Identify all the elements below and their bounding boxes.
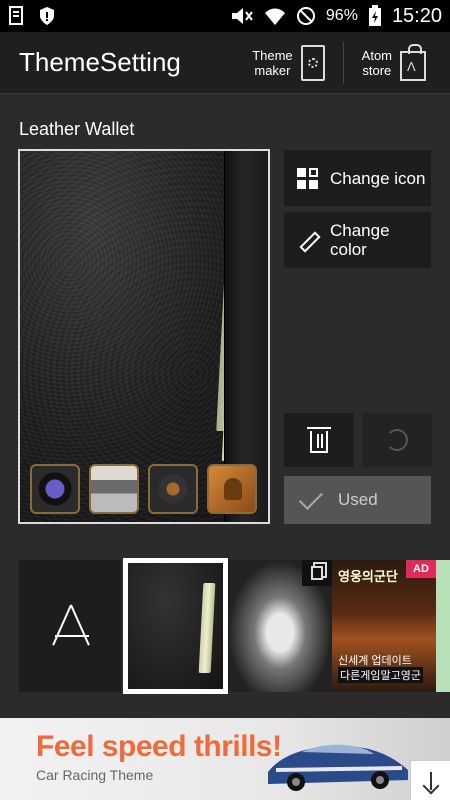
ad-badge: AD xyxy=(406,560,436,578)
download-arrow-icon xyxy=(429,771,432,790)
thumbnail-leather-wallet-selected[interactable] xyxy=(123,558,228,694)
game-title: 영웅의군단 xyxy=(338,569,398,584)
eyedropper-icon xyxy=(297,230,317,250)
page-title: ThemeSetting xyxy=(19,47,181,77)
status-bar: 96% 15:20 xyxy=(0,0,450,32)
settings-gear-icon xyxy=(148,464,198,514)
theme-preview[interactable] xyxy=(18,149,270,524)
atom-store-label: Atom store xyxy=(361,47,392,78)
wifi-icon xyxy=(264,8,285,25)
atom-store-button[interactable]: Atom store Λ xyxy=(354,32,434,93)
change-color-button[interactable]: Change color xyxy=(284,212,431,268)
theme-name: Leather Wallet xyxy=(19,119,135,139)
header-divider xyxy=(342,41,344,84)
camera-icon xyxy=(30,464,80,514)
thumbnail-game-ad[interactable]: 영웅의군단 AD 신세계 업데이트 다른게임말고영군 xyxy=(332,560,436,692)
grid-icon xyxy=(296,167,318,189)
used-button[interactable]: Used xyxy=(284,476,431,524)
copy-badge xyxy=(302,560,332,586)
blocked-icon xyxy=(296,7,315,25)
thumbnail-next-partial[interactable] xyxy=(436,560,450,692)
trash-icon xyxy=(307,427,331,453)
app-header: ThemeSetting Theme maker Atom store Λ xyxy=(0,32,450,94)
race-car-image xyxy=(268,744,408,791)
shield-icon xyxy=(40,7,54,25)
game-slogan-text: 다른게임말고영군 xyxy=(338,667,423,683)
delete-button[interactable] xyxy=(284,413,354,467)
battery-charging-icon xyxy=(368,5,381,26)
battery-percent: 96% xyxy=(325,7,358,24)
ad-banner[interactable]: Feel speed thrills! Car Racing Theme xyxy=(0,718,450,800)
preview-dock xyxy=(30,464,257,514)
theme-maker-button[interactable]: Theme maker xyxy=(244,32,332,93)
theme-thumbnail-strip[interactable]: 영웅의군단 AD 신세계 업데이트 다른게임말고영군 xyxy=(0,558,450,694)
sim-icon xyxy=(9,6,23,25)
thumbnail-atom-logo[interactable] xyxy=(19,560,121,692)
contacts-icon xyxy=(207,464,257,514)
copy-icon xyxy=(311,566,323,580)
change-icon-button[interactable]: Change icon xyxy=(284,150,431,206)
used-label: Used xyxy=(338,490,378,509)
change-icon-label: Change icon xyxy=(330,168,426,188)
clock: 15:20 xyxy=(391,4,442,27)
mute-icon xyxy=(231,8,253,24)
banner-headline: Feel speed thrills! xyxy=(36,730,282,763)
gallery-icon xyxy=(89,464,139,514)
game-update-text: 신세계 업데이트 xyxy=(338,655,412,667)
undo-icon xyxy=(386,429,408,451)
change-color-label: Change color xyxy=(330,221,390,259)
theme-maker-label: Theme maker xyxy=(252,47,293,78)
store-bag-icon: Λ xyxy=(400,43,426,81)
banner-subtitle: Car Racing Theme xyxy=(36,767,154,783)
atom-logo-icon xyxy=(47,603,93,649)
thumbnail-tunnel[interactable] xyxy=(228,560,332,692)
download-button[interactable] xyxy=(410,760,450,800)
check-icon xyxy=(298,485,323,510)
money-bills-thumb xyxy=(198,583,216,673)
reset-button[interactable] xyxy=(362,413,432,467)
theme-maker-icon xyxy=(300,44,325,81)
